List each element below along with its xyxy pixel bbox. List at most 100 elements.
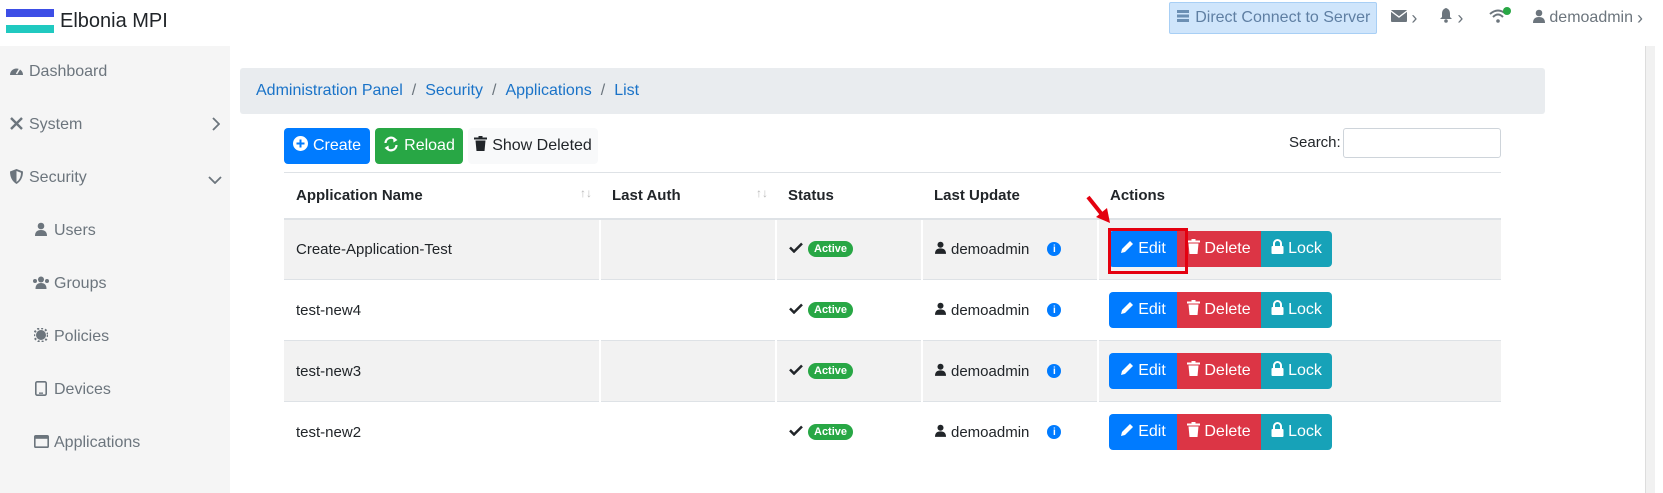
lock-button[interactable]: Lock: [1261, 353, 1332, 389]
delete-label: Delete: [1204, 423, 1251, 441]
sidebar-item-label: Groups: [54, 275, 107, 292]
column-header-last-auth[interactable]: Last Auth ↑↓: [600, 172, 776, 220]
status-badge: Active: [808, 241, 854, 258]
sort-icon: ↑↓: [580, 186, 592, 200]
notifications-menu[interactable]: ›: [1439, 8, 1463, 29]
user-icon: [935, 241, 946, 257]
breadcrumb-administration-panel[interactable]: Administration Panel: [256, 82, 403, 100]
updated-by: demoadmin: [951, 423, 1030, 441]
envelope-icon: [1391, 9, 1408, 27]
column-label: Last Auth: [612, 186, 681, 204]
edit-button[interactable]: Edit: [1109, 292, 1177, 328]
check-icon: [789, 301, 803, 319]
table-row: test-new3 Active demoadmin i Edit Delete…: [284, 340, 1501, 402]
delete-button[interactable]: Delete: [1177, 231, 1261, 268]
delete-button[interactable]: Delete: [1177, 353, 1261, 389]
info-icon[interactable]: i: [1047, 364, 1062, 378]
user-menu[interactable]: demoadmin ›: [1533, 8, 1643, 29]
info-icon[interactable]: i: [1047, 242, 1062, 257]
users-icon: [31, 276, 51, 293]
column-header-status[interactable]: Status: [776, 172, 922, 220]
breadcrumb-list[interactable]: List: [614, 82, 639, 100]
last-auth-cell: [599, 279, 776, 341]
trash-icon: [1187, 361, 1201, 381]
edit-label: Edit: [1138, 301, 1166, 318]
user-icon: [1533, 9, 1546, 28]
sidebar-item-applications[interactable]: Applications: [31, 430, 261, 456]
sidebar-item-system[interactable]: System: [6, 112, 236, 138]
sidebar-item-label: Policies: [54, 328, 110, 345]
check-icon: [789, 423, 803, 441]
sidebar-item-label: Users: [54, 222, 96, 239]
lock-button[interactable]: Lock: [1261, 414, 1332, 451]
status-badge: Active: [808, 424, 854, 441]
updated-by: demoadmin: [951, 301, 1030, 319]
sidebar-item-users[interactable]: Users: [31, 218, 261, 244]
sort-icon: ↑↓: [756, 186, 768, 200]
application-name-cell: test-new2: [284, 401, 600, 463]
application-name-cell: Create-Application-Test: [284, 218, 600, 280]
user-icon: [935, 424, 946, 440]
edit-button[interactable]: Edit: [1109, 353, 1177, 389]
actions-cell: Edit Delete Lock: [1097, 279, 1501, 341]
status-cell: Active: [775, 279, 922, 341]
column-header-last-update[interactable]: Last Update: [922, 172, 1098, 220]
vertical-scrollbar[interactable]: [1645, 46, 1655, 493]
lock-button[interactable]: Lock: [1261, 292, 1332, 328]
sidebar-item-dashboard[interactable]: Dashboard: [6, 59, 236, 85]
sidebar-item-devices[interactable]: Devices: [31, 377, 261, 403]
user-icon: [31, 222, 51, 240]
column-header-actions: Actions: [1098, 172, 1501, 220]
table-row: Create-Application-Test Active demoadmin…: [284, 218, 1501, 280]
connection-status[interactable]: [1489, 6, 1512, 28]
search-label: Search:: [1289, 134, 1341, 151]
info-icon[interactable]: i: [1047, 425, 1062, 440]
chevron-right-icon: ›: [1457, 7, 1464, 28]
lock-label: Lock: [1288, 423, 1322, 441]
lock-icon: [1271, 361, 1284, 381]
edit-button[interactable]: Edit: [1109, 231, 1177, 268]
sync-icon: [383, 136, 399, 157]
info-icon[interactable]: i: [1047, 303, 1062, 317]
last-update-cell: demoadmin i: [921, 279, 1098, 341]
reload-button[interactable]: Reload: [375, 128, 463, 164]
create-label: Create: [312, 137, 362, 154]
pencil-icon: [1120, 423, 1134, 442]
breadcrumb-applications[interactable]: Applications: [505, 82, 591, 100]
breadcrumb-separator: /: [411, 82, 417, 99]
chevron-right-icon: [212, 115, 221, 136]
trash-icon: [1187, 300, 1201, 320]
search-input[interactable]: [1343, 128, 1501, 158]
user-icon: [935, 302, 946, 318]
sidebar-item-security[interactable]: Security: [6, 165, 236, 191]
app-title: Elbonia MPI: [60, 9, 168, 32]
sidebar-item-label: Applications: [54, 434, 141, 451]
scrollbar-thumb[interactable]: [1645, 46, 1655, 493]
direct-connect-button[interactable]: Direct Connect to Server: [1169, 2, 1378, 34]
lock-icon: [1271, 422, 1284, 442]
flag-logo: [6, 9, 54, 33]
column-header-application-name[interactable]: Application Name ↑↓: [284, 172, 600, 220]
status-badge: Active: [808, 363, 854, 379]
last-update-cell: demoadmin i: [921, 340, 1098, 402]
edit-button[interactable]: Edit: [1109, 414, 1177, 451]
brand[interactable]: Elbonia MPI: [6, 9, 168, 33]
delete-button[interactable]: Delete: [1177, 414, 1261, 451]
create-button[interactable]: Create: [284, 128, 370, 164]
delete-button[interactable]: Delete: [1177, 292, 1261, 328]
sidebar-item-label: Security: [29, 169, 87, 186]
chevron-down-icon: [208, 168, 222, 189]
dashboard-icon: [6, 64, 26, 81]
actions-cell: Edit Delete Lock: [1097, 401, 1501, 463]
messages-menu[interactable]: ›: [1391, 8, 1417, 29]
column-label: Last Update: [934, 186, 1020, 204]
actions-cell: Edit Delete Lock: [1097, 218, 1501, 280]
table-row: test-new2 Active demoadmin i Edit Delete…: [284, 401, 1501, 463]
pencil-icon: [1120, 240, 1134, 259]
sidebar-item-groups[interactable]: Groups: [31, 271, 261, 297]
sidebar-item-policies[interactable]: Policies: [31, 324, 261, 350]
lock-button[interactable]: Lock: [1261, 231, 1332, 268]
sidebar-item-label: Dashboard: [29, 63, 108, 80]
breadcrumb-security[interactable]: Security: [425, 82, 483, 100]
show-deleted-button[interactable]: Show Deleted: [468, 128, 598, 164]
